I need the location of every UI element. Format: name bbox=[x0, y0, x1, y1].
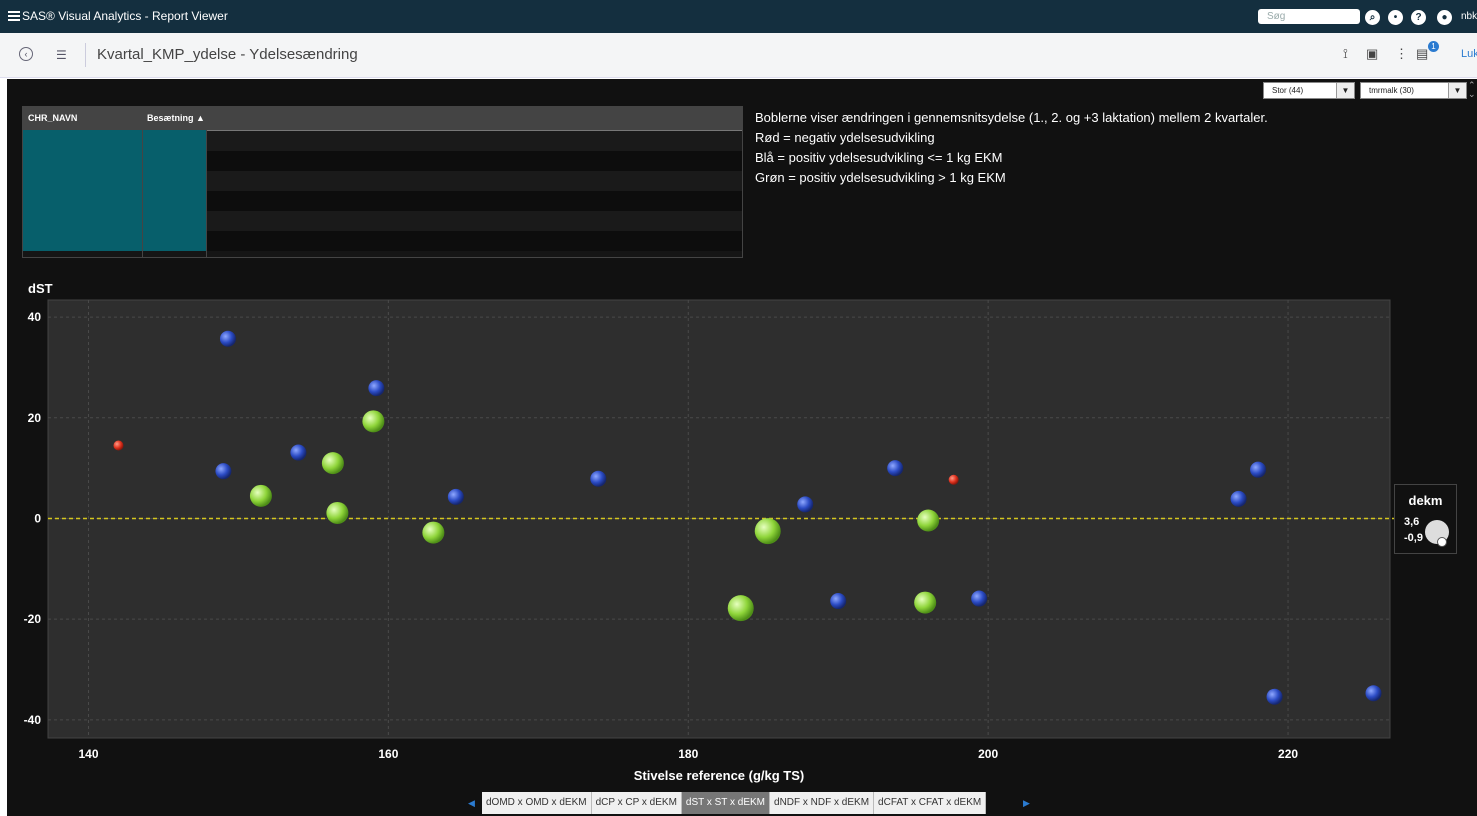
y-tick-label: -40 bbox=[24, 713, 42, 727]
user-name[interactable]: nbk bbox=[1461, 11, 1477, 22]
tab-4[interactable]: dCFAT x CFAT x dEKM bbox=[874, 792, 987, 814]
data-point[interactable] bbox=[326, 501, 349, 524]
data-point[interactable] bbox=[590, 470, 607, 487]
filter-icon[interactable]: ⟟ bbox=[1343, 46, 1348, 62]
data-point[interactable] bbox=[830, 593, 847, 610]
x-tick-label: 220 bbox=[1278, 747, 1298, 761]
size-legend: dekm 3,6 -0,9 bbox=[1394, 484, 1457, 554]
report-toolbar: ‹ ☰ Kvartal_KMP_ydelse - Ydelsesændring … bbox=[0, 33, 1477, 78]
data-point[interactable] bbox=[917, 509, 940, 532]
outline-menu-icon[interactable]: ☰ bbox=[56, 48, 67, 62]
data-point[interactable] bbox=[797, 496, 814, 513]
x-tick-label: 200 bbox=[978, 747, 998, 761]
report-canvas: Stor (44) ▼ tmrmalk (30) ▼ ⌃ ⌄ CHR_NAVN B… bbox=[7, 79, 1477, 816]
data-point[interactable] bbox=[754, 518, 781, 545]
x-tick-label: 180 bbox=[678, 747, 698, 761]
tab-2[interactable]: dST x ST x dEKM bbox=[681, 792, 771, 814]
tab-scroll-right-icon[interactable]: ▶ bbox=[1023, 798, 1030, 809]
close-link[interactable]: Luk bbox=[1461, 48, 1477, 60]
data-point[interactable] bbox=[368, 380, 385, 397]
toolbar-divider bbox=[85, 43, 86, 67]
y-tick-label: 40 bbox=[28, 310, 42, 324]
data-point[interactable] bbox=[422, 521, 445, 544]
data-point[interactable] bbox=[249, 484, 272, 507]
search-input[interactable]: Søg bbox=[1258, 9, 1360, 24]
notifications-icon[interactable]: • bbox=[1388, 10, 1403, 25]
app-title: SAS® Visual Analytics - Report Viewer bbox=[22, 9, 228, 23]
data-point[interactable] bbox=[321, 452, 344, 475]
x-axis-label: Stivelse reference (g/kg TS) bbox=[634, 768, 805, 783]
data-point[interactable] bbox=[914, 591, 937, 614]
user-avatar-icon[interactable]: ● bbox=[1437, 10, 1452, 25]
legend-max: 3,6 bbox=[1404, 516, 1420, 528]
data-point[interactable] bbox=[447, 488, 464, 505]
report-title: Kvartal_KMP_ydelse - Ydelsesændring bbox=[97, 46, 358, 63]
help-icon[interactable]: ? bbox=[1411, 10, 1426, 25]
notification-badge: 1 bbox=[1428, 41, 1439, 52]
tab-0[interactable]: dOMD x OMD x dEKM bbox=[482, 792, 592, 814]
more-options-icon[interactable]: ⋮ bbox=[1395, 46, 1408, 62]
x-tick-label: 160 bbox=[378, 747, 398, 761]
y-tick-label: 20 bbox=[28, 411, 42, 425]
app-titlebar: SAS® Visual Analytics - Report Viewer Sø… bbox=[0, 0, 1477, 33]
data-point[interactable] bbox=[727, 595, 754, 622]
data-point[interactable] bbox=[219, 330, 236, 347]
data-point[interactable] bbox=[887, 460, 904, 477]
plot-area bbox=[47, 299, 1391, 739]
bubble-plot[interactable]: 140 160 180 200 22040200-20-40Stivelse refer… bbox=[7, 79, 1477, 816]
tab-scroll-left-icon[interactable]: ◀ bbox=[468, 798, 475, 809]
data-point[interactable] bbox=[1230, 490, 1247, 507]
hamburger-menu-icon[interactable] bbox=[8, 9, 20, 23]
back-icon[interactable]: ‹ bbox=[19, 47, 33, 61]
data-point[interactable] bbox=[362, 410, 385, 433]
data-point[interactable] bbox=[1266, 688, 1283, 705]
x-tick-label: 140 bbox=[78, 747, 98, 761]
tab-3[interactable]: dNDF x NDF x dEKM bbox=[770, 792, 875, 814]
legend-min: -0,9 bbox=[1404, 532, 1423, 544]
y-tick-label: 0 bbox=[34, 511, 41, 525]
comments-icon[interactable]: ▤ bbox=[1416, 46, 1428, 62]
legend-title: dekm bbox=[1408, 493, 1443, 508]
data-point[interactable] bbox=[215, 463, 232, 480]
panel-toggle-icon[interactable]: ▣ bbox=[1366, 46, 1378, 62]
data-point[interactable] bbox=[971, 590, 988, 607]
search-icon[interactable]: ⌕ bbox=[1365, 10, 1380, 25]
data-point[interactable] bbox=[113, 440, 124, 451]
data-point[interactable] bbox=[1365, 685, 1382, 702]
page-tabs: dOMD x OMD x dEKM dCP x CP x dEKM dST x ST… bbox=[482, 792, 987, 814]
data-point[interactable] bbox=[290, 444, 307, 461]
data-point[interactable] bbox=[1250, 461, 1267, 478]
legend-bubble-small bbox=[1437, 537, 1447, 547]
tab-1[interactable]: dCP x CP x dEKM bbox=[591, 792, 682, 814]
data-point[interactable] bbox=[948, 474, 959, 485]
y-tick-label: -20 bbox=[24, 612, 42, 626]
